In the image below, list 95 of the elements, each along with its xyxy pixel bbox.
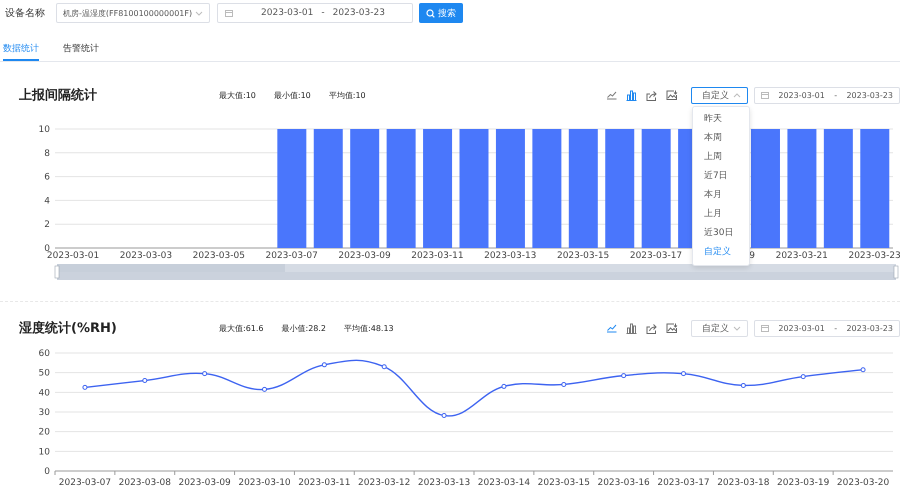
x-axis-label: 2023-03-08 bbox=[118, 478, 171, 487]
x-axis-label: 2023-03-10 bbox=[238, 478, 291, 487]
x-axis-label: 2023-03-03 bbox=[120, 251, 172, 261]
x-axis-label: 2023-03-05 bbox=[192, 251, 245, 261]
x-axis-label: 2023-03-16 bbox=[597, 478, 650, 487]
y-axis-label: 0 bbox=[44, 244, 50, 254]
data-point bbox=[442, 413, 447, 418]
y-axis-label: 4 bbox=[44, 196, 50, 206]
data-point bbox=[561, 382, 566, 387]
data-point bbox=[800, 374, 806, 380]
x-axis-label: 2023-03-17 bbox=[630, 251, 682, 261]
range-select[interactable]: 自定义 bbox=[691, 320, 748, 336]
date-range-field[interactable]: 2023-03-01 - 2023-03-23 bbox=[217, 3, 413, 23]
image-download-icon[interactable] bbox=[666, 322, 678, 334]
x-axis-label: 2023-03-15 bbox=[538, 478, 590, 487]
zoom-slider[interactable] bbox=[54, 264, 898, 280]
data-point bbox=[501, 384, 506, 389]
x-axis-label: 2023-03-14 bbox=[478, 478, 530, 487]
data-point bbox=[860, 367, 866, 372]
stat-text: 最小值:28.2 bbox=[282, 322, 326, 334]
y-axis-label: 50 bbox=[38, 368, 50, 379]
y-axis-label: 6 bbox=[44, 172, 50, 183]
date-range-field[interactable]: 2023-03-01 - 2023-03-23 bbox=[754, 320, 900, 336]
x-axis-label: 9 bbox=[749, 251, 756, 261]
x-axis-label: 2023-03-17 bbox=[657, 478, 710, 487]
y-axis-label: 2 bbox=[44, 220, 50, 230]
chart-title: 上报间隔统计 bbox=[18, 86, 98, 104]
data-point bbox=[322, 362, 327, 368]
range-select[interactable]: 自定义 bbox=[691, 86, 748, 104]
tab[interactable]: 告警统计 bbox=[63, 40, 99, 61]
data-point bbox=[382, 364, 387, 370]
chart-title: 湿度统计(%RH) bbox=[18, 320, 118, 337]
x-axis-label: 2023-03-07 bbox=[58, 478, 112, 487]
x-axis-label: 2023-03-13 bbox=[418, 478, 470, 487]
stat-text: 平均值:48.13 bbox=[344, 322, 394, 334]
calendar-icon bbox=[225, 9, 233, 17]
search-button[interactable]: 搜索 bbox=[419, 3, 463, 23]
y-axis-label: 10 bbox=[38, 447, 50, 458]
data-point bbox=[621, 373, 626, 378]
stat-text: 最大值:10 bbox=[219, 90, 256, 100]
x-axis-label: 2023-03-11 bbox=[411, 251, 464, 261]
range-option[interactable]: 近7日 bbox=[693, 167, 749, 186]
device-label: 设备名称 bbox=[5, 7, 46, 20]
x-axis-label: 2023-03-20 bbox=[836, 478, 890, 487]
stat-text: 平均值:10 bbox=[328, 90, 366, 100]
y-axis-label: 10 bbox=[38, 125, 50, 135]
share-icon[interactable] bbox=[646, 90, 657, 100]
device-select[interactable]: 机房-温湿度(FF8100100000001F) bbox=[56, 3, 210, 23]
x-axis-label: 2023-03-15 bbox=[557, 251, 610, 261]
range-option[interactable]: 上周 bbox=[693, 148, 749, 167]
data-point bbox=[740, 382, 746, 388]
x-axis-label: 2023-03-11 bbox=[298, 478, 351, 487]
date-range-field[interactable]: 2023-03-01 - 2023-03-23 bbox=[754, 86, 900, 104]
y-axis-label: 0 bbox=[44, 467, 50, 477]
range-option[interactable]: 上月 bbox=[693, 205, 749, 224]
x-axis-label: 2023-03-19 bbox=[777, 478, 830, 487]
x-axis-label: 2023-03-18 bbox=[717, 478, 770, 487]
x-axis-label: 2023-03-23 bbox=[848, 251, 900, 261]
image-download-icon[interactable] bbox=[666, 90, 678, 100]
data-point bbox=[82, 384, 88, 390]
search-icon bbox=[426, 8, 435, 18]
y-axis-label: 40 bbox=[38, 388, 50, 398]
data-point bbox=[681, 371, 686, 376]
stat-text: 最小值:10 bbox=[274, 90, 311, 100]
data-point bbox=[202, 371, 208, 376]
line-chart-icon[interactable] bbox=[606, 323, 617, 333]
x-axis-label: 2023-03-07 bbox=[266, 251, 318, 261]
caret-icon bbox=[733, 92, 741, 98]
line-chart-icon[interactable] bbox=[606, 90, 617, 100]
x-axis-label: 2023-03-09 bbox=[178, 478, 231, 487]
y-axis-label: 30 bbox=[38, 408, 50, 418]
range-option[interactable]: 昨天 bbox=[693, 110, 749, 129]
calendar-icon bbox=[761, 324, 769, 332]
data-point bbox=[262, 386, 267, 392]
y-axis-label: 60 bbox=[38, 349, 50, 359]
caret-icon bbox=[195, 10, 203, 16]
stat-text: 最大值:61.6 bbox=[219, 322, 264, 334]
bar-chart-icon[interactable] bbox=[626, 90, 637, 100]
x-axis-label: 2023-03-01 bbox=[46, 251, 100, 261]
x-axis-label: 2023-03-13 bbox=[484, 251, 536, 261]
tab[interactable]: 数据统计 bbox=[3, 40, 39, 61]
range-option[interactable]: 近30日 bbox=[693, 224, 749, 243]
x-axis-label: 2023-03-09 bbox=[338, 251, 391, 261]
calendar-icon bbox=[761, 91, 769, 99]
bar-chart-icon[interactable] bbox=[626, 322, 637, 334]
range-option[interactable]: 自定义 bbox=[693, 243, 749, 262]
range-option[interactable]: 本周 bbox=[693, 129, 749, 148]
range-option[interactable]: 本月 bbox=[693, 186, 749, 205]
data-point bbox=[142, 378, 148, 384]
x-axis-label: 2023-03-12 bbox=[358, 478, 410, 487]
x-axis-label: 2023-03-21 bbox=[776, 251, 828, 261]
y-axis-label: 20 bbox=[38, 428, 50, 438]
caret-icon bbox=[733, 326, 741, 330]
share-icon[interactable] bbox=[646, 322, 657, 334]
y-axis-label: 8 bbox=[44, 148, 50, 159]
